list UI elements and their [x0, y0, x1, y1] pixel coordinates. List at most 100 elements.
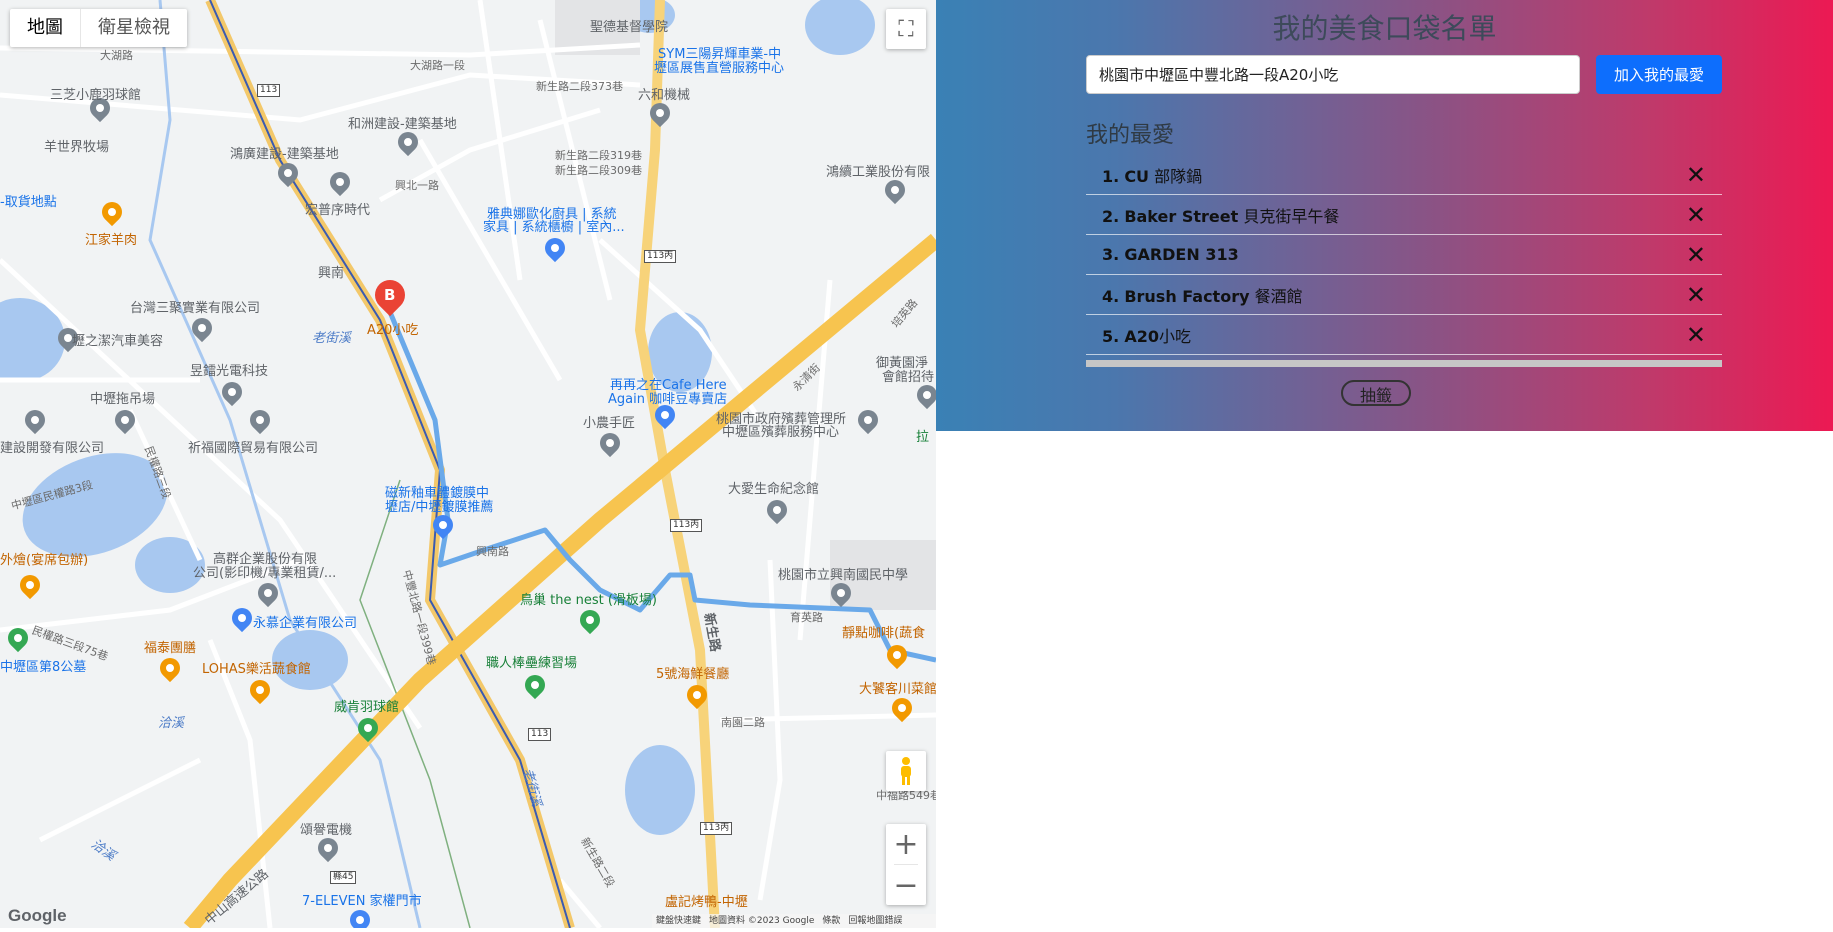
map-label: 羊世界牧場 — [44, 140, 110, 155]
map-label: 中壢區第8公墓 — [0, 660, 87, 675]
favorite-item[interactable]: 5. A20小吃 ✕ — [1086, 315, 1722, 355]
map-label: 威肯羽球館 — [334, 700, 400, 715]
map-label: 洽溪 — [158, 716, 185, 731]
map-label: 公司(影印機/專業租賃/... — [193, 566, 337, 581]
draw-lots-button[interactable]: 抽籤 — [1341, 380, 1411, 406]
map-label: -取貨地點 — [0, 195, 57, 210]
map-label: 中壢區殯葬服務中心 — [722, 425, 840, 440]
route-shield: 113 — [528, 728, 552, 741]
place-search-input[interactable] — [1086, 55, 1580, 94]
map-label: 昱鐳光電科技 — [190, 364, 269, 379]
map-label: 再再之在Cafe Here — [610, 378, 727, 393]
map-label: 江家羊肉 — [85, 233, 138, 248]
map-type-control: 地圖 衛星檢視 — [10, 9, 187, 47]
map-label: 三芝小鹿羽球館 — [50, 88, 142, 103]
remove-icon[interactable]: ✕ — [1686, 203, 1706, 227]
road-label: 新生路二段309巷 — [555, 164, 642, 177]
horizontal-scrollbar[interactable] — [1086, 360, 1722, 367]
map-label: SYM三陽昇輝車業-中 — [658, 47, 782, 62]
map-label: 家具 | 系統櫃櫥 | 室內... — [483, 220, 625, 235]
remove-icon[interactable]: ✕ — [1686, 243, 1706, 267]
map-label: 御黃園淨 — [876, 356, 929, 371]
remove-icon[interactable]: ✕ — [1686, 283, 1706, 307]
map-label: 鴻廣建設-建築基地 — [230, 147, 339, 162]
road-label: 大湖路 — [100, 49, 133, 62]
satellite-tab[interactable]: 衛星檢視 — [80, 9, 187, 47]
map-label: 壢之潔汽車美容 — [72, 334, 164, 349]
favorite-item[interactable]: 3. GARDEN 313 ✕ — [1086, 235, 1722, 275]
map-label: Again 咖啡豆專賣店 — [608, 392, 728, 407]
map-tab[interactable]: 地圖 — [10, 9, 80, 47]
road-label: 新生路二段373巷 — [536, 80, 623, 93]
add-favorite-button[interactable]: 加入我的最愛 — [1596, 55, 1722, 94]
page-title: 我的美食口袋名單 — [1272, 12, 1497, 45]
map-label: 建設開發有限公司 — [0, 441, 105, 456]
remove-icon[interactable]: ✕ — [1686, 323, 1706, 347]
destination-label: A20小吃 — [367, 323, 419, 338]
map-label: 會館招待 — [882, 370, 935, 385]
map-label: 拉 — [916, 430, 930, 445]
map-label: 興南 — [318, 266, 345, 281]
map-label: 宏普序時代 — [305, 203, 371, 218]
map-label: 福泰團膳 — [144, 641, 197, 656]
zoom-in-button[interactable]: + — [886, 824, 926, 864]
road-label: 育英路 — [790, 611, 823, 624]
map-label: 鳥巢 the nest (滑板場) — [520, 593, 657, 608]
route-shield: 113丙 — [670, 519, 703, 532]
favorite-name: 2. Baker Street 貝克街早午餐 — [1102, 206, 1340, 226]
map-label: 磁新釉車體鍍膜中 — [385, 486, 490, 501]
food-list-panel: 我的美食口袋名單 加入我的最愛 我的最愛 1. CU 部隊鍋 ✕ 2. Bake… — [936, 0, 1833, 431]
map-label: 六和機械 — [638, 88, 691, 103]
map-label: 鴻續工業股份有限 — [826, 165, 931, 180]
route-shield: 113 — [257, 84, 281, 97]
road-label: 興北一路 — [395, 179, 439, 192]
favorites-heading: 我的最愛 — [1086, 123, 1175, 148]
road-label: 興南路 — [476, 545, 509, 558]
map-label: 高群企業股份有限 — [213, 552, 318, 567]
map-label: 壢店/中壢鍍膜推薦 — [385, 500, 494, 515]
remove-icon[interactable]: ✕ — [1686, 163, 1706, 187]
favorite-name: 4. Brush Factory 餐酒館 — [1102, 286, 1303, 306]
favorites-list: 1. CU 部隊鍋 ✕ 2. Baker Street 貝克街早午餐 ✕ 3. … — [1086, 155, 1722, 355]
keyboard-shortcuts-link[interactable]: 鍵盤快速鍵 — [656, 914, 701, 928]
favorite-item[interactable]: 2. Baker Street 貝克街早午餐 ✕ — [1086, 195, 1722, 235]
map-label: 盧記烤鴨-中壢 — [665, 895, 748, 910]
fullscreen-icon: ⛶ — [898, 16, 914, 42]
route-shield: 113丙 — [644, 250, 677, 263]
report-error-link[interactable]: 回報地圖錯誤 — [848, 914, 902, 928]
map-base-layer — [0, 0, 936, 928]
destination-marker-letter: B — [384, 286, 396, 304]
map-label: 壢區展售直營服務中心 — [654, 61, 785, 76]
favorite-item[interactable]: 4. Brush Factory 餐酒館 ✕ — [1086, 275, 1722, 315]
route-shield: 縣45 — [330, 871, 357, 884]
terms-link[interactable]: 條款 — [822, 914, 840, 928]
map-label: 祈福國際貿易有限公司 — [188, 441, 319, 456]
road-label: 大湖路一段 — [410, 59, 465, 72]
route-shield: 113丙 — [700, 822, 733, 835]
map-label: 台灣三聚實業有限公司 — [130, 301, 261, 316]
pegman-icon — [901, 757, 911, 785]
map-label: 老街溪 — [312, 331, 352, 346]
map-label: 桃園市立興南國民中學 — [778, 568, 909, 583]
favorite-name: 5. A20小吃 — [1102, 326, 1191, 346]
favorite-name: 3. GARDEN 313 — [1102, 245, 1239, 264]
map-label: 職人棒壘練習場 — [486, 656, 578, 671]
map-label: 聖德基督學院 — [590, 20, 669, 35]
map-attribution: 鍵盤快速鍵 地圖資料 ©2023 Google 條款 回報地圖錯誤 — [652, 914, 936, 928]
map-view[interactable]: B A20小吃 聖德基督學院 SYM三陽昇輝車業-中 壢區展售直營服務中心 大湖… — [0, 0, 936, 928]
zoom-out-button[interactable]: − — [886, 865, 926, 905]
map-label: 5號海鮮餐廳 — [656, 667, 730, 682]
map-label: 小農手匠 — [583, 416, 636, 431]
road-label: 新生路二段319巷 — [555, 149, 642, 162]
map-label: 靜點咖啡(蔬食 — [842, 626, 926, 641]
map-label: LOHAS樂活蔬食館 — [202, 662, 311, 677]
map-label: 頌譽電機 — [300, 823, 353, 838]
map-label: 外燴(宴席包辦) — [0, 553, 89, 568]
fullscreen-button[interactable]: ⛶ — [886, 9, 926, 49]
map-label: 永慕企業有限公司 — [253, 616, 358, 631]
favorite-item[interactable]: 1. CU 部隊鍋 ✕ — [1086, 155, 1722, 195]
map-label: 大愛生命紀念館 — [728, 482, 820, 497]
google-logo[interactable]: Google — [8, 906, 67, 926]
street-view-pegman[interactable] — [886, 751, 926, 791]
map-label: 7-ELEVEN 家權門市 — [302, 894, 422, 909]
